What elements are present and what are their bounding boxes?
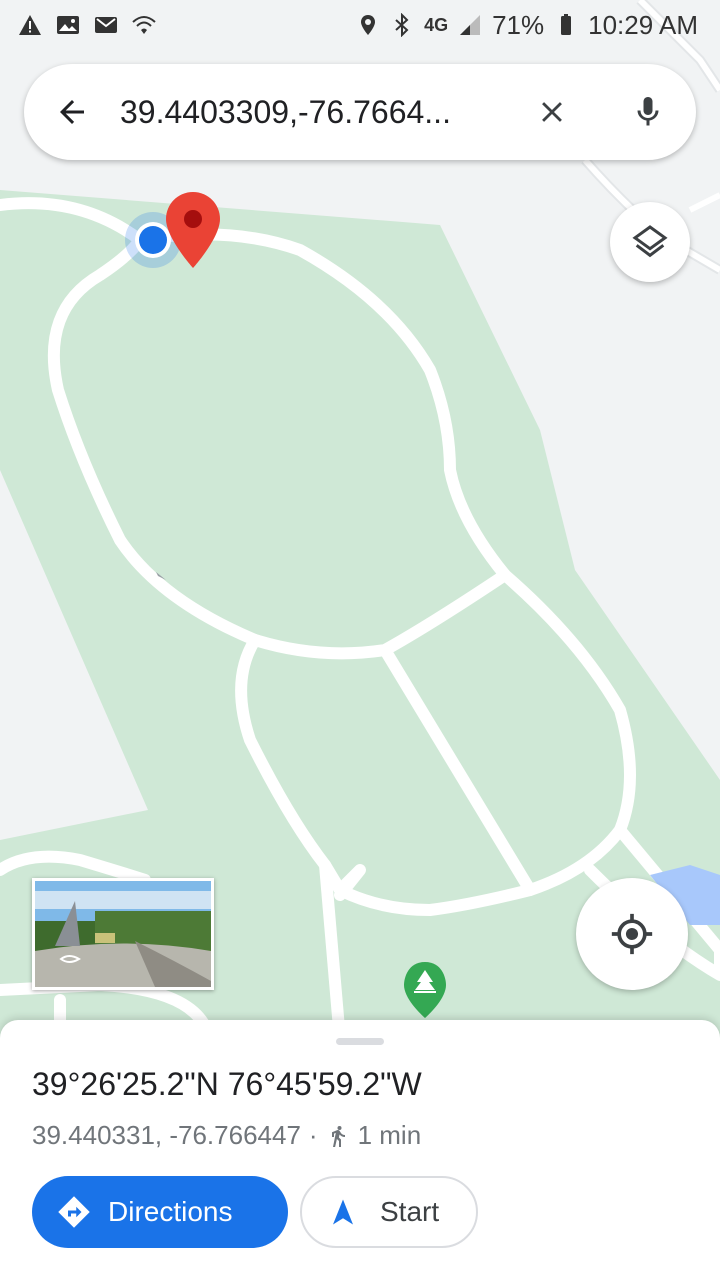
battery-icon bbox=[561, 14, 572, 35]
clear-button[interactable] bbox=[504, 64, 600, 160]
status-bar: 4G 71% 10:29 AM bbox=[0, 0, 720, 50]
warning-icon bbox=[19, 15, 41, 35]
signal-icon bbox=[460, 15, 481, 35]
walk-time: 1 min bbox=[357, 1120, 422, 1150]
start-label: Start bbox=[380, 1196, 440, 1227]
close-icon bbox=[542, 102, 562, 122]
bluetooth-icon bbox=[395, 13, 409, 37]
street-view-image bbox=[35, 881, 211, 987]
place-sheet[interactable]: 39°26'25.2"N 76°45'59.2"W 39.440331, -76… bbox=[0, 1020, 720, 1280]
search-input[interactable]: 39.4403309,-76.7664... bbox=[120, 94, 504, 131]
battery-percent: 71% bbox=[492, 9, 545, 40]
network-type: 4G bbox=[424, 14, 449, 35]
search-bar[interactable]: 39.4403309,-76.7664... bbox=[24, 64, 696, 160]
mail-icon bbox=[95, 17, 117, 33]
directions-label: Directions bbox=[108, 1196, 233, 1227]
layers-button[interactable] bbox=[610, 202, 690, 282]
separator: · bbox=[308, 1120, 318, 1150]
start-button[interactable]: Start bbox=[300, 1176, 478, 1248]
navigation-arrow-icon bbox=[333, 1199, 353, 1225]
directions-icon bbox=[58, 1196, 90, 1228]
coordinates-subtitle: 39.440331, -76.766447 · 1 min bbox=[32, 1120, 421, 1151]
back-button[interactable] bbox=[24, 64, 120, 160]
crosshair-icon bbox=[611, 913, 653, 955]
arrow-left-icon bbox=[60, 100, 84, 124]
voice-search-button[interactable] bbox=[600, 64, 696, 160]
sheet-drag-handle[interactable] bbox=[336, 1038, 384, 1045]
coordinates-title: 39°26'25.2"N 76°45'59.2"W bbox=[32, 1066, 422, 1102]
layers-icon bbox=[632, 225, 668, 258]
clock: 10:29 AM bbox=[588, 9, 698, 40]
street-view-thumbnail[interactable] bbox=[32, 878, 214, 990]
decimal-coordinates: 39.440331, -76.766447 bbox=[32, 1120, 301, 1150]
image-icon bbox=[57, 16, 79, 34]
mic-icon bbox=[637, 97, 659, 126]
directions-button[interactable]: Directions bbox=[32, 1176, 288, 1248]
location-icon bbox=[361, 15, 376, 35]
my-location-button[interactable] bbox=[576, 878, 688, 990]
walking-icon bbox=[331, 1125, 345, 1147]
wifi-icon bbox=[132, 16, 156, 34]
